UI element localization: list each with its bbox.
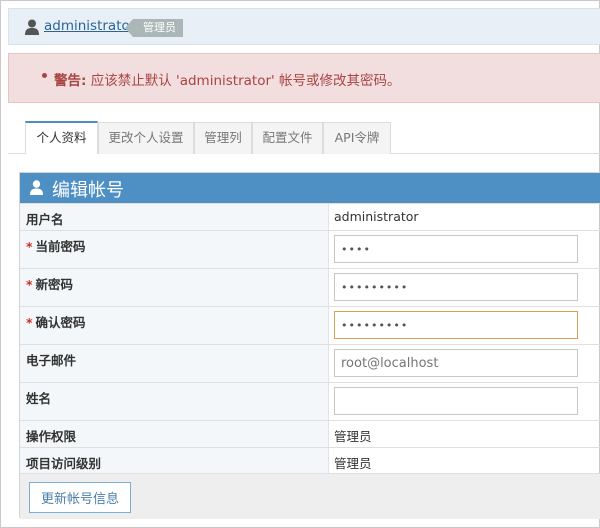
current-password-label: * 当前密码 (26, 239, 86, 254)
current-password-row: * 当前密码 (20, 230, 600, 268)
tab-profile[interactable]: 个人资料 (25, 121, 98, 154)
tab-api-tokens[interactable]: API令牌 (323, 122, 391, 154)
warning-alert: 警告: 应该禁止默认 'administrator' 帐号或修改其密码。 (8, 53, 600, 103)
tab-bar: 个人资料 更改个人设置 管理列 配置文件 API令牌 (8, 120, 600, 154)
username-link[interactable]: administrator (44, 18, 135, 34)
email-field[interactable] (334, 349, 578, 377)
project-access-value: 管理员 (334, 456, 372, 471)
form-footer: 更新帐号信息 (20, 473, 600, 519)
user-bar: administrator 管理员 (8, 8, 600, 45)
confirm-password-field[interactable] (334, 311, 578, 339)
tab-profiles[interactable]: 配置文件 (252, 122, 323, 154)
required-mark: * (26, 277, 33, 292)
bullet-icon (42, 73, 47, 78)
required-mark: * (26, 315, 33, 330)
user-icon (30, 180, 43, 195)
edit-account-form: 编辑帐号 用户名 administrator * 当前密码 * 新密码 * 确认密码 … (19, 172, 600, 519)
warning-message: 应该禁止默认 'administrator' 帐号或修改其密码。 (90, 73, 401, 89)
realname-field[interactable] (334, 387, 578, 415)
email-row: 电子邮件 (20, 344, 600, 382)
realname-row: 姓名 (20, 382, 600, 420)
tab-preferences[interactable]: 更改个人设置 (98, 122, 194, 154)
confirm-password-label: * 确认密码 (26, 315, 86, 330)
form-header: 编辑帐号 (20, 173, 600, 203)
new-password-field[interactable] (334, 273, 578, 301)
access-level-row: 操作权限 管理员 (20, 420, 600, 447)
user-icon (25, 19, 39, 35)
warning-text: 警告: 应该禁止默认 'administrator' 帐号或修改其密码。 (54, 69, 401, 89)
realname-label: 姓名 (26, 391, 52, 406)
email-label: 电子邮件 (26, 353, 77, 368)
username-row: 用户名 administrator (20, 203, 600, 230)
page-frame: administrator 管理员 警告: 应该禁止默认 'administra… (0, 0, 600, 528)
tab-manage-columns[interactable]: 管理列 (194, 122, 252, 154)
form-title: 编辑帐号 (52, 180, 124, 201)
role-badge: 管理员 (125, 19, 183, 37)
username-value: administrator (334, 209, 419, 224)
current-password-field[interactable] (334, 235, 578, 263)
update-account-button[interactable]: 更新帐号信息 (29, 482, 131, 513)
warning-label: 警告: (54, 73, 87, 89)
confirm-password-row: * 确认密码 (20, 306, 600, 344)
required-mark: * (26, 239, 33, 254)
project-access-row: 项目访问级别 管理员 (20, 447, 600, 473)
username-label: 用户名 (26, 212, 64, 227)
project-access-label: 项目访问级别 (26, 456, 102, 471)
access-level-value: 管理员 (334, 429, 372, 444)
new-password-row: * 新密码 (20, 268, 600, 306)
new-password-label: * 新密码 (26, 277, 74, 292)
access-level-label: 操作权限 (26, 429, 77, 444)
